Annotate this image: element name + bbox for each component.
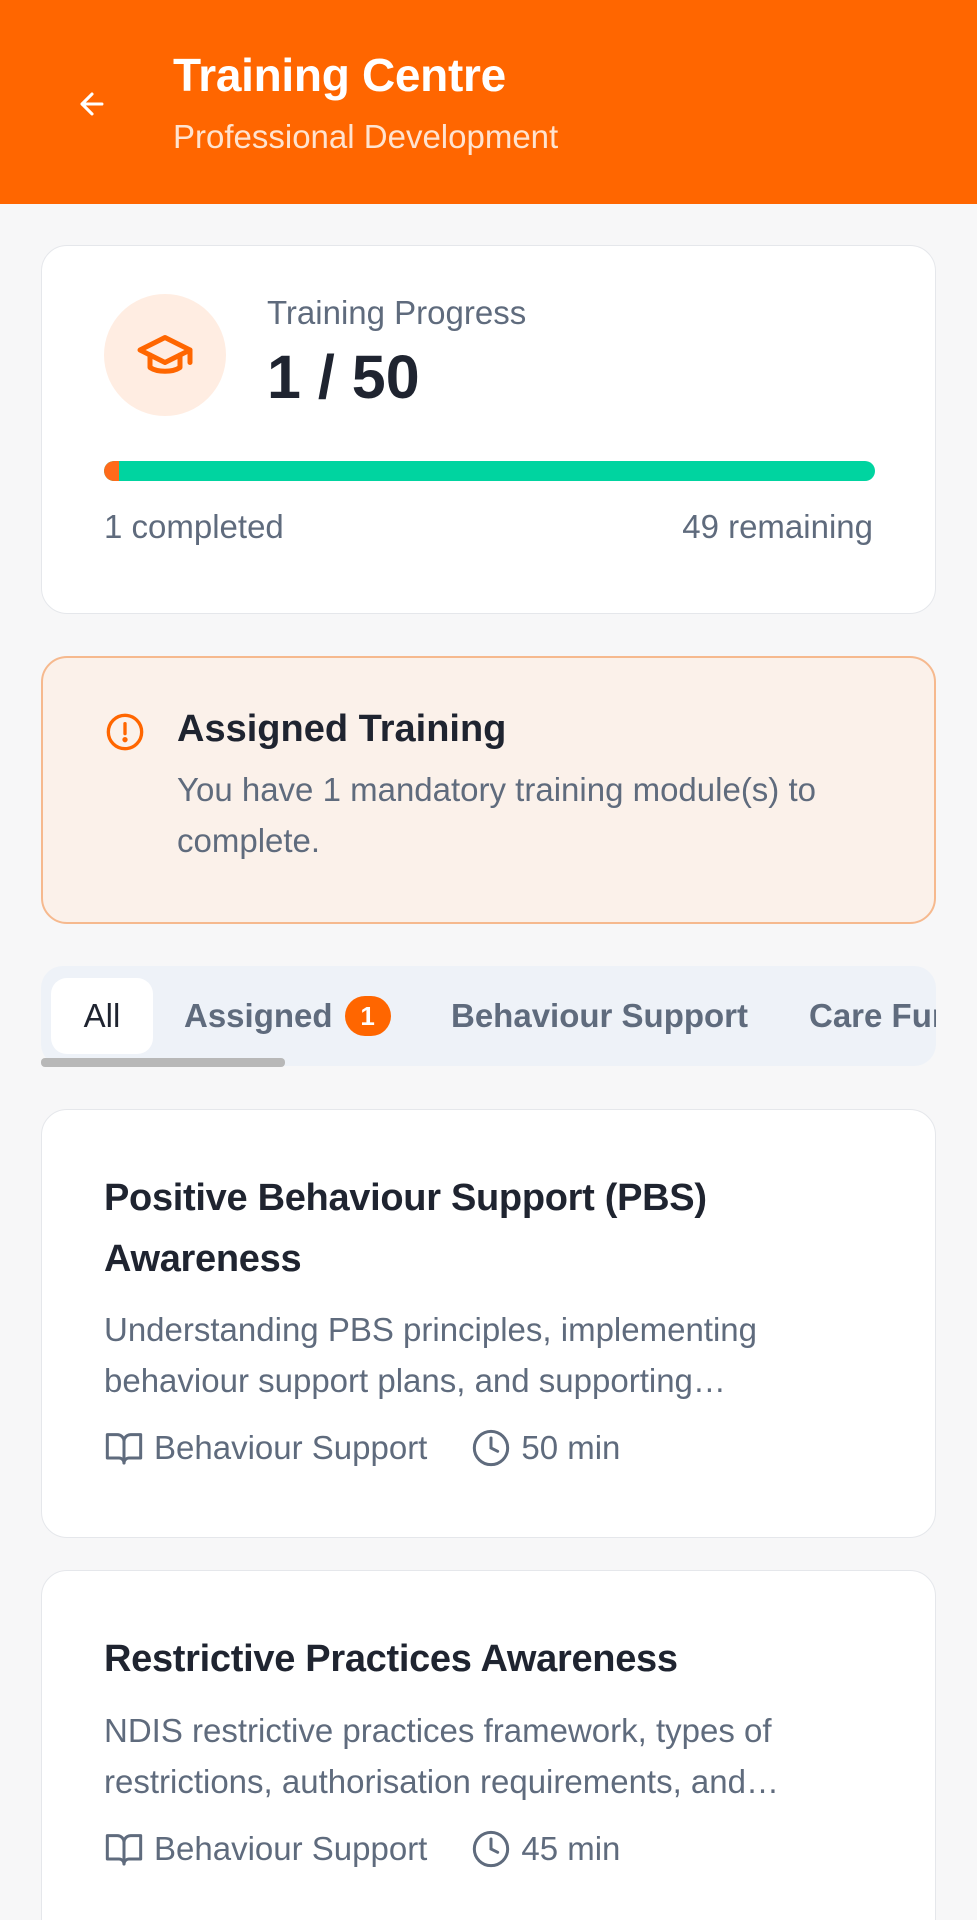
graduation-cap-badge [104,294,226,416]
page-subtitle: Professional Development [173,118,559,155]
book-open-icon [105,1834,143,1866]
page-title: Training Centre [173,49,506,101]
module-title: Restrictive Practices Awareness [104,1638,678,1680]
module-description: Understanding PBS principles, implementi… [104,1311,758,1399]
assigned-training-title: Assigned Training [177,708,507,750]
tab-behaviour-support[interactable]: Behaviour Support [451,978,748,1054]
alert-circle-icon [106,713,144,751]
tab-behaviour-support-label: Behaviour Support [451,997,749,1034]
graduation-cap-icon [137,335,193,374]
module-description: NDIS restrictive practices framework, ty… [104,1712,779,1800]
training-module-card[interactable]: Positive Behaviour Support (PBS) Awarene… [41,1109,936,1538]
tab-care-label: Care Fur [809,997,936,1034]
arrow-left-icon [80,92,104,116]
completed-count: 1 completed [104,508,284,545]
assigned-count-badge: 1 [344,996,391,1036]
module-duration: 50 min [521,1429,621,1466]
assigned-training-alert[interactable]: Assigned Training You have 1 mandatory t… [41,656,936,924]
clock-icon [473,1830,510,1868]
tab-all[interactable]: All [51,978,153,1054]
tab-all-label: All [83,997,121,1034]
app-header: Training Centre Professional Development [0,0,977,204]
module-category: Behaviour Support [154,1830,428,1867]
book-open-icon [105,1433,143,1465]
assigned-training-description: You have 1 mandatory training module(s) … [177,771,816,859]
tab-care-fundamentals[interactable]: Care Fur [809,978,936,1054]
progress-label: Training Progress [267,294,527,331]
back-button[interactable] [66,78,118,130]
clock-icon [473,1429,510,1467]
module-duration: 45 min [521,1830,621,1867]
tab-assigned-label: Assigned [184,997,333,1034]
module-meta: Behaviour Support 50 min [104,1428,620,1468]
category-tabs[interactable]: All Assigned 1 Behaviour Support Care Fu… [41,966,936,1066]
tabs-scroll-indicator[interactable] [41,1058,285,1067]
module-category: Behaviour Support [154,1429,428,1466]
module-meta: Behaviour Support 45 min [104,1829,620,1869]
progress-count: 1 / 50 [267,343,420,411]
training-progress-card: Training Progress 1 / 50 1 completed 49 … [41,245,936,614]
training-module-card[interactable]: Restrictive Practices Awareness NDIS res… [41,1570,936,1920]
remaining-count: 49 remaining [682,508,873,545]
tab-assigned[interactable]: Assigned 1 [184,978,391,1054]
progress-bar-fill [104,461,120,481]
module-title: Positive Behaviour Support (PBS) Awarene… [104,1177,707,1280]
progress-bar [104,461,875,481]
